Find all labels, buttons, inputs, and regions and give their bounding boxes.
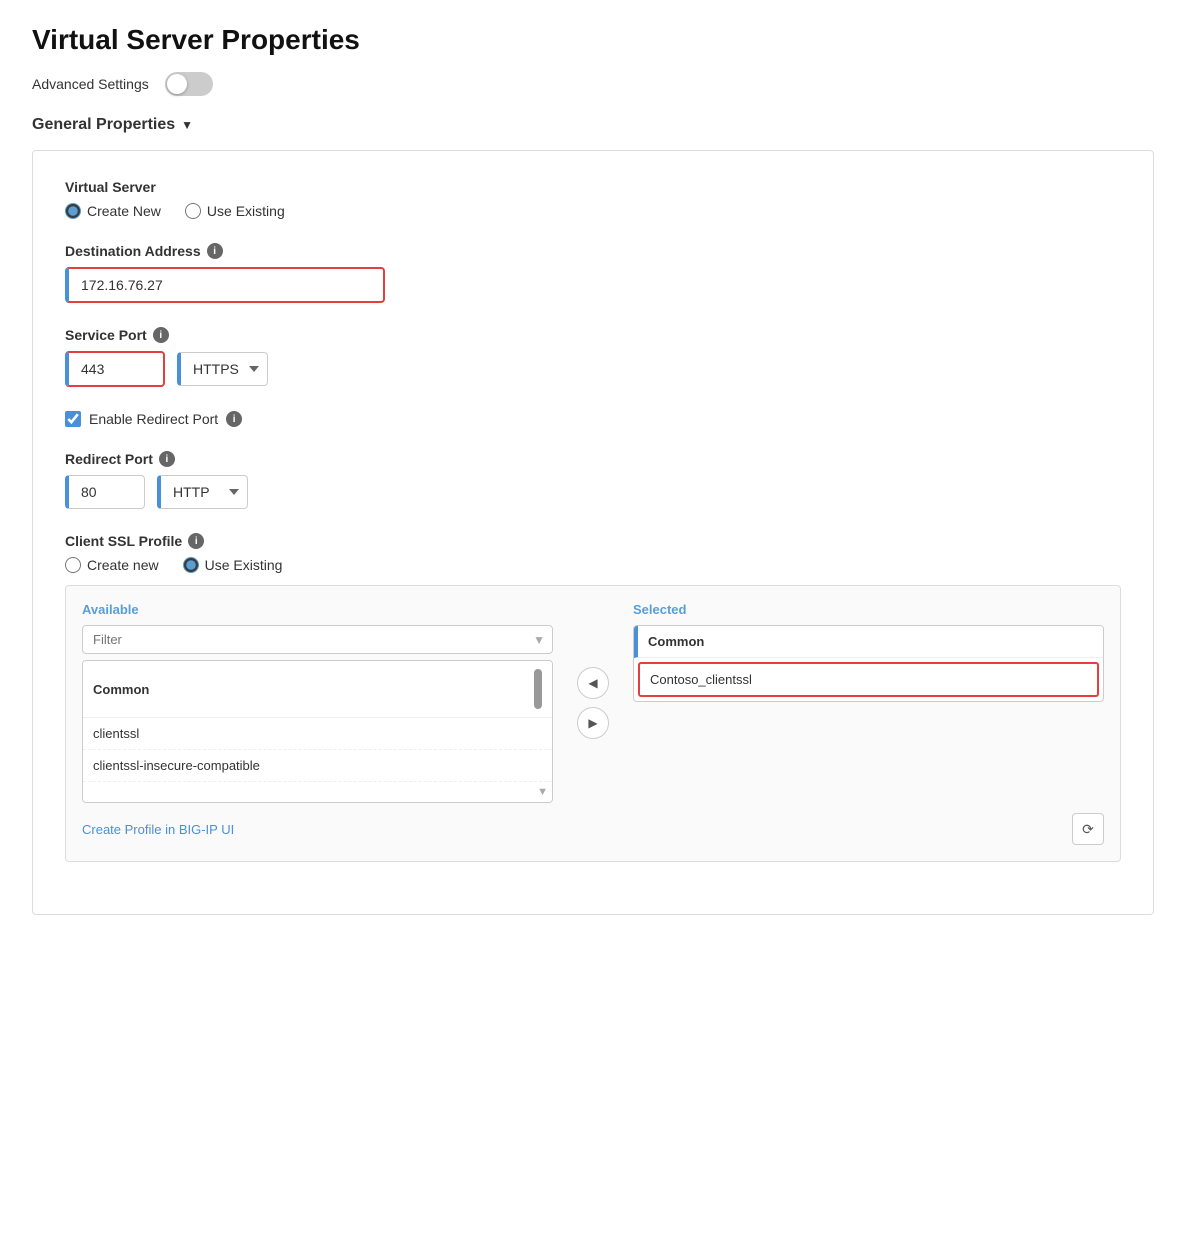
redirect-port-field-group: Redirect Port i HTTP HTTPS FTP: [65, 451, 1121, 509]
enable-redirect-port-info-icon[interactable]: i: [226, 411, 242, 427]
page-title: Virtual Server Properties: [32, 24, 1154, 56]
ssl-panel: Available ▼ Common clientssl: [65, 585, 1121, 862]
ssl-selected-group-header: Common: [634, 626, 1103, 658]
ssl-available-scrollbar-indicator: [534, 669, 542, 709]
client-ssl-create-new-option[interactable]: Create new: [65, 557, 159, 573]
redirect-port-info-icon[interactable]: i: [159, 451, 175, 467]
ssl-selected-column: Selected Common Contoso_clientssl: [633, 602, 1104, 702]
ssl-arrow-buttons: ◀ ▶: [569, 667, 617, 739]
client-ssl-create-new-radio[interactable]: [65, 557, 81, 573]
destination-address-field-group: Destination Address i: [65, 243, 1121, 303]
redirect-port-input[interactable]: [65, 475, 145, 509]
destination-address-info-icon[interactable]: i: [207, 243, 223, 259]
ssl-columns: Available ▼ Common clientssl: [82, 602, 1104, 803]
advanced-settings-label: Advanced Settings: [32, 76, 149, 92]
client-ssl-use-existing-radio[interactable]: [183, 557, 199, 573]
client-ssl-radio-group: Create new Use Existing: [65, 557, 1121, 573]
client-ssl-use-existing-label: Use Existing: [205, 557, 283, 573]
general-properties-card: Virtual Server Create New Use Existing D…: [32, 150, 1154, 915]
general-properties-chevron: ▼: [181, 118, 193, 132]
client-ssl-profile-label: Client SSL Profile i: [65, 533, 1121, 549]
arrow-right-icon: ▶: [588, 716, 597, 730]
service-port-row: HTTPS HTTP FTP SMTP: [65, 351, 1121, 387]
destination-address-label: Destination Address i: [65, 243, 1121, 259]
service-port-protocol-select[interactable]: HTTPS HTTP FTP SMTP: [177, 352, 268, 386]
client-ssl-profile-info-icon[interactable]: i: [188, 533, 204, 549]
refresh-button[interactable]: ⟳: [1072, 813, 1104, 845]
service-port-label: Service Port i: [65, 327, 1121, 343]
service-port-field-group: Service Port i HTTPS HTTP FTP SMTP: [65, 327, 1121, 387]
filter-input-wrap: ▼: [82, 625, 553, 654]
redirect-port-label: Redirect Port i: [65, 451, 1121, 467]
service-port-input[interactable]: [65, 351, 165, 387]
ssl-selected-item-contoso[interactable]: Contoso_clientssl: [638, 662, 1099, 697]
enable-redirect-port-field-group: Enable Redirect Port i: [65, 411, 1121, 427]
create-profile-link[interactable]: Create Profile in BIG-IP UI: [82, 822, 234, 837]
destination-address-input[interactable]: [65, 267, 385, 303]
ssl-filter-input[interactable]: [82, 625, 553, 654]
virtual-server-use-existing-option[interactable]: Use Existing: [185, 203, 285, 219]
scroll-down-indicator: ▼: [537, 786, 548, 798]
virtual-server-label: Virtual Server: [65, 179, 1121, 195]
virtual-server-use-existing-label: Use Existing: [207, 203, 285, 219]
ssl-available-label: Available: [82, 602, 553, 617]
redirect-port-protocol-select[interactable]: HTTP HTTPS FTP: [157, 475, 248, 509]
filter-icon: ▼: [533, 633, 545, 647]
enable-redirect-port-label: Enable Redirect Port: [89, 411, 218, 427]
ssl-available-item-clientssl[interactable]: clientssl: [83, 718, 552, 750]
ssl-available-group-name: Common: [93, 682, 149, 697]
advanced-settings-row: Advanced Settings: [32, 72, 1154, 96]
virtual-server-create-new-radio[interactable]: [65, 203, 81, 219]
ssl-move-right-button[interactable]: ▶: [577, 707, 609, 739]
client-ssl-profile-field-group: Client SSL Profile i Create new Use Exis…: [65, 533, 1121, 862]
arrow-left-icon: ◀: [588, 676, 597, 690]
ssl-available-column: Available ▼ Common clientssl: [82, 602, 553, 803]
enable-redirect-port-row: Enable Redirect Port i: [65, 411, 1121, 427]
client-ssl-create-new-label: Create new: [87, 557, 159, 573]
client-ssl-use-existing-option[interactable]: Use Existing: [183, 557, 283, 573]
virtual-server-field-group: Virtual Server Create New Use Existing: [65, 179, 1121, 219]
destination-address-input-wrap: [65, 267, 1121, 303]
ssl-move-left-button[interactable]: ◀: [577, 667, 609, 699]
ssl-selected-label: Selected: [633, 602, 1104, 617]
general-properties-label: General Properties: [32, 116, 175, 134]
refresh-icon: ⟳: [1082, 821, 1094, 838]
advanced-settings-toggle[interactable]: [165, 72, 213, 96]
enable-redirect-port-checkbox[interactable]: [65, 411, 81, 427]
ssl-footer: Create Profile in BIG-IP UI ⟳: [82, 813, 1104, 845]
virtual-server-create-new-option[interactable]: Create New: [65, 203, 161, 219]
virtual-server-radio-group: Create New Use Existing: [65, 203, 1121, 219]
ssl-available-group-header: Common: [83, 661, 552, 718]
general-properties-header[interactable]: General Properties ▼: [32, 116, 1154, 134]
ssl-available-list-box: Common clientssl clientssl-insecure-comp…: [82, 660, 553, 803]
service-port-info-icon[interactable]: i: [153, 327, 169, 343]
redirect-port-row: HTTP HTTPS FTP: [65, 475, 1121, 509]
virtual-server-create-new-label: Create New: [87, 203, 161, 219]
virtual-server-use-existing-radio[interactable]: [185, 203, 201, 219]
ssl-available-item-clientssl-insecure[interactable]: clientssl-insecure-compatible: [83, 750, 552, 782]
ssl-selected-list-box: Common Contoso_clientssl: [633, 625, 1104, 702]
